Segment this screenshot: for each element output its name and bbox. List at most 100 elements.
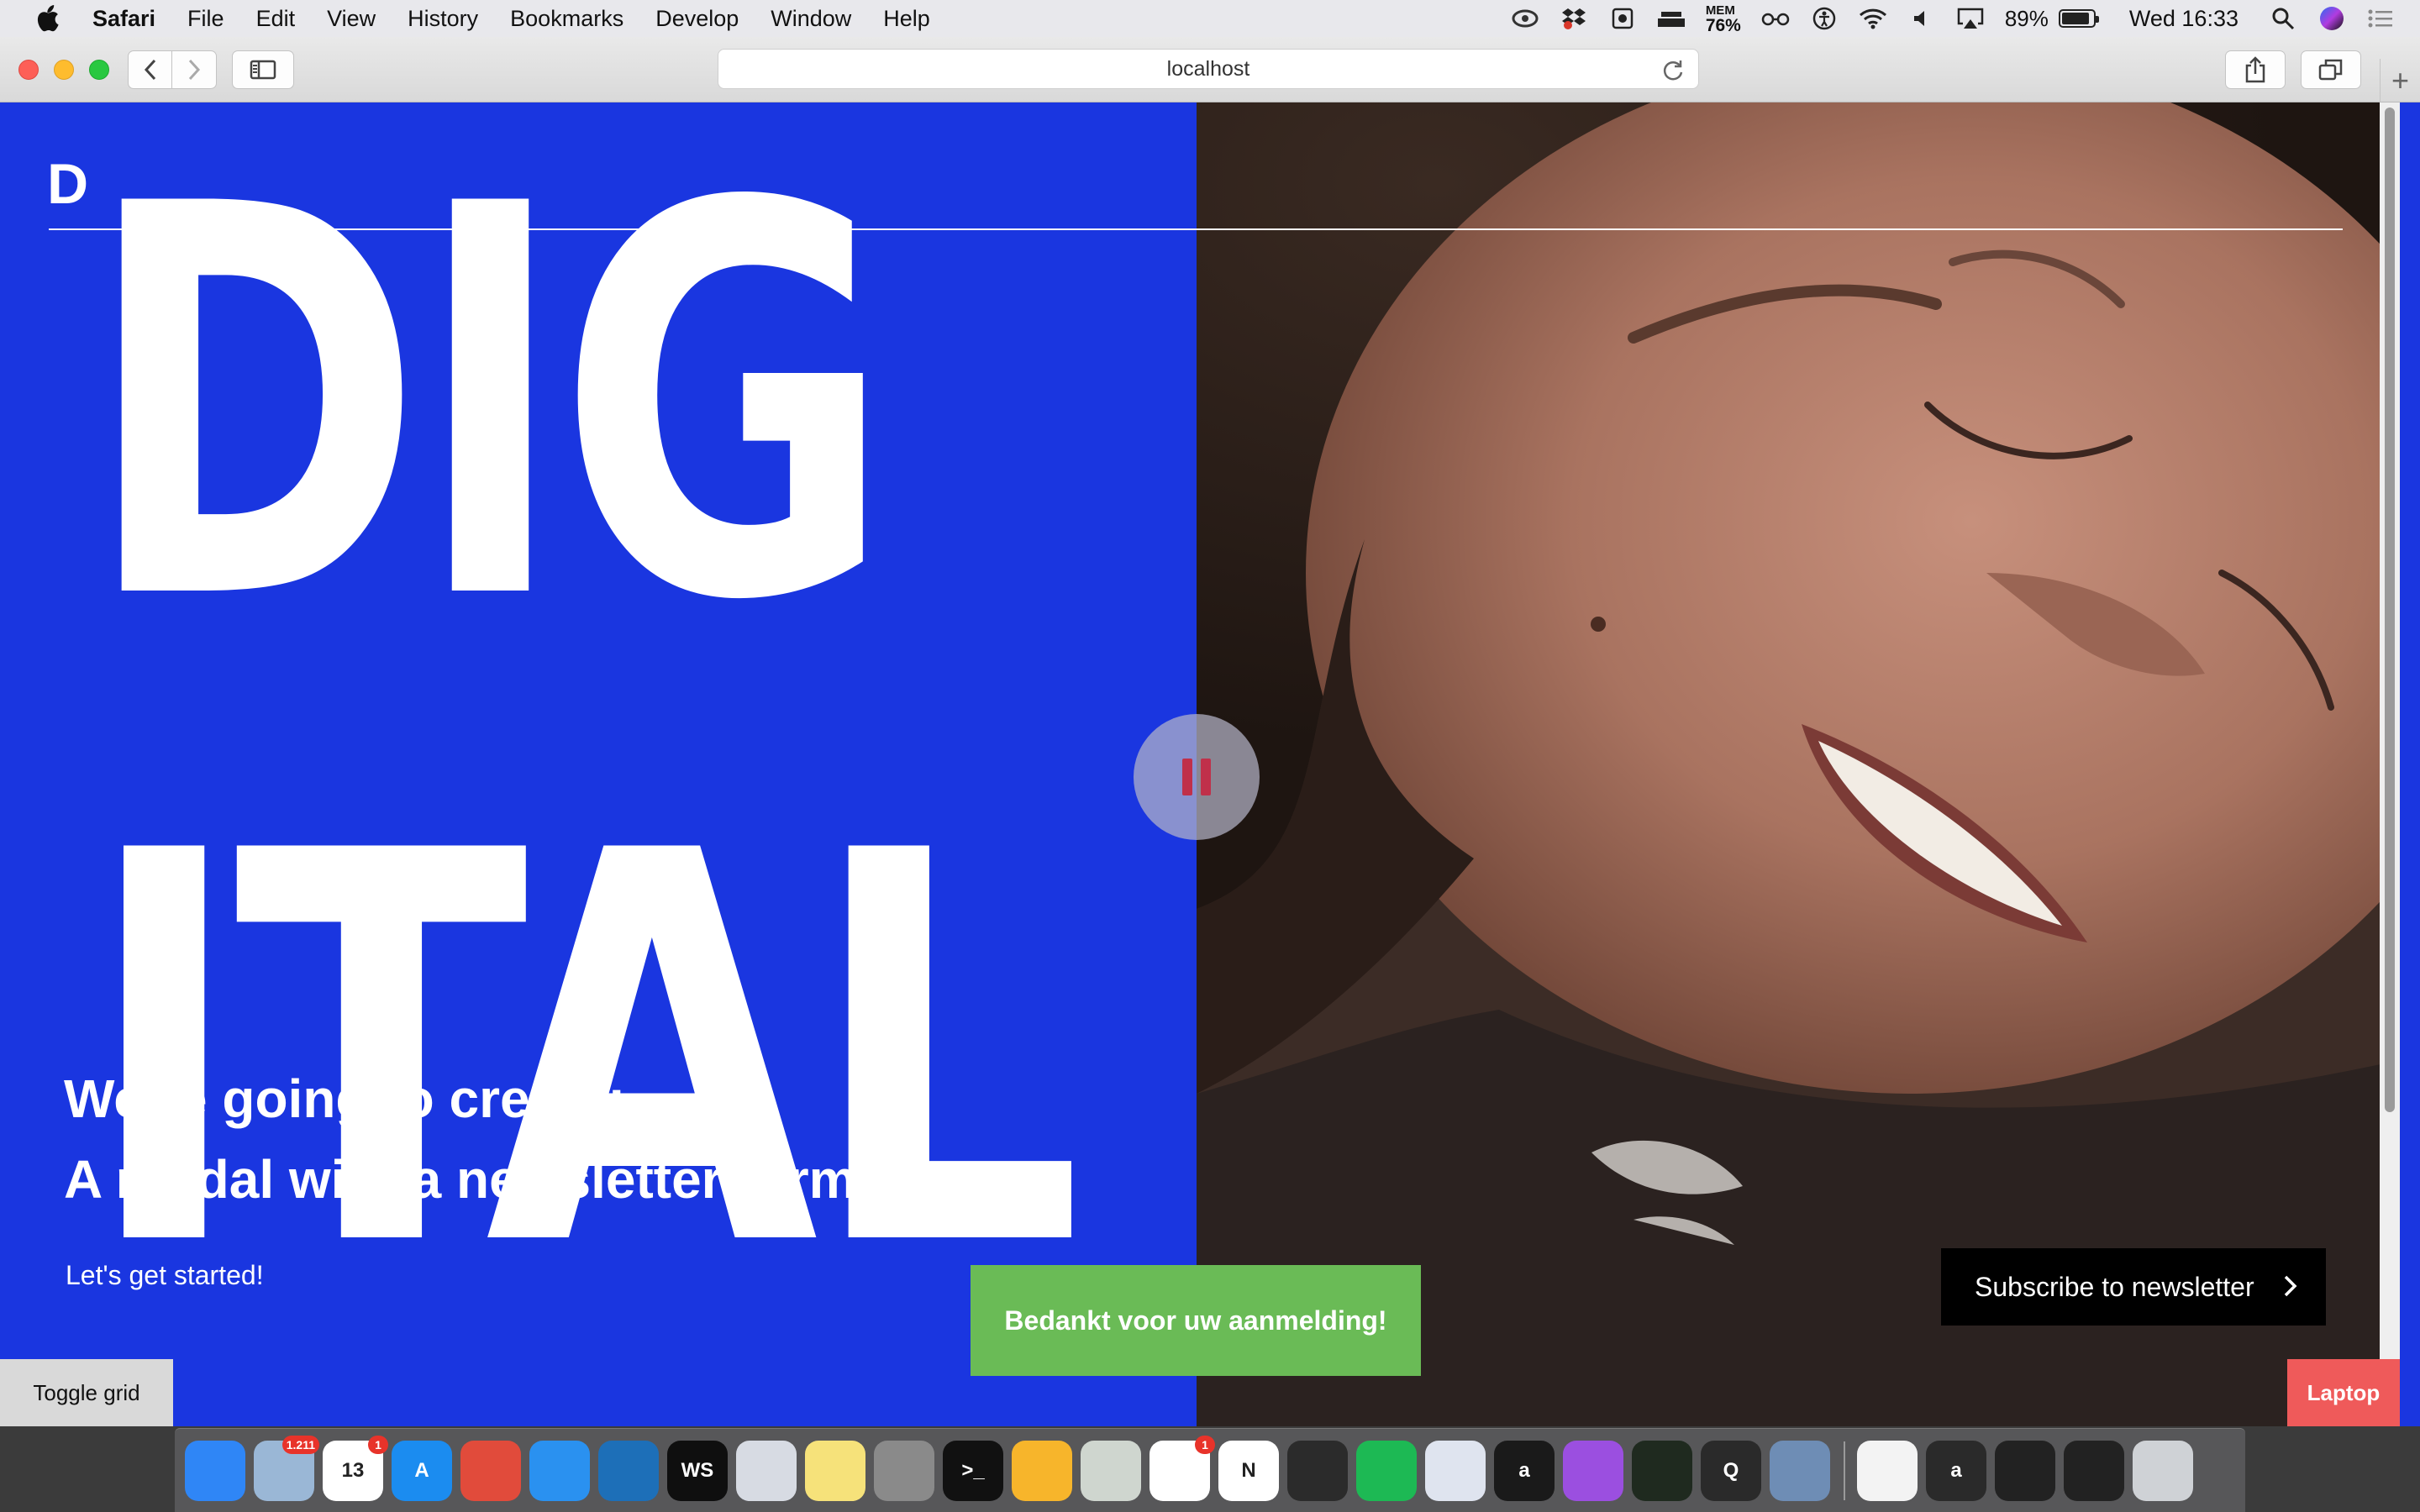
- photo-preview-icon[interactable]: [1770, 1440, 1830, 1501]
- page-viewport: D We're going to create: A modal with a …: [0, 102, 2420, 1426]
- chevron-left-icon: [144, 59, 155, 81]
- window-thumbnail-2-icon[interactable]: [2064, 1440, 2124, 1501]
- glasses-icon[interactable]: [1761, 6, 1790, 31]
- document-docx-icon[interactable]: [1857, 1440, 1918, 1501]
- menu-file[interactable]: File: [187, 6, 224, 32]
- hero-video[interactable]: [1197, 102, 2400, 1426]
- pause-icon-bar-left: [1182, 759, 1192, 795]
- big-word-line-2: ITAL: [84, 738, 1083, 1364]
- back-button[interactable]: [129, 51, 173, 88]
- airplay-icon[interactable]: [1956, 6, 1985, 31]
- dock-item-label: 13: [341, 1458, 365, 1482]
- git-client-icon[interactable]: [1287, 1440, 1348, 1501]
- sketch-icon[interactable]: [1012, 1440, 1072, 1501]
- forward-button[interactable]: [172, 51, 216, 88]
- spotlight-search-icon[interactable]: [2269, 6, 2297, 31]
- dock-badge: 1: [368, 1435, 388, 1454]
- video-frame-smiling-woman: [1197, 102, 2400, 1426]
- creative-cloud-icon[interactable]: [1511, 6, 1539, 31]
- volume-icon[interactable]: [1907, 6, 1936, 31]
- toggle-grid-button[interactable]: Toggle grid: [0, 1359, 173, 1426]
- address-bar[interactable]: localhost: [718, 49, 1699, 89]
- apple-menu-icon[interactable]: [34, 4, 62, 33]
- page-scrollbar-thumb[interactable]: [2385, 108, 2395, 1112]
- share-icon: [2245, 56, 2265, 83]
- wifi-icon[interactable]: [1859, 6, 1887, 31]
- trash-icon[interactable]: [2133, 1440, 2193, 1501]
- blocked-app-icon[interactable]: [1425, 1440, 1486, 1501]
- menu-history[interactable]: History: [408, 6, 478, 32]
- nvalt-icon[interactable]: N: [1218, 1440, 1279, 1501]
- dock-item-label: a: [1950, 1458, 1962, 1482]
- site-logo[interactable]: D: [47, 151, 88, 217]
- chrome-icon[interactable]: [460, 1440, 521, 1501]
- dock-item-label: A: [414, 1458, 429, 1482]
- slack-icon[interactable]: 1: [1150, 1435, 1215, 1501]
- memory-value: 76%: [1705, 15, 1741, 35]
- menu-app-name[interactable]: Safari: [92, 6, 155, 32]
- dock-badge: 1.211: [281, 1435, 319, 1454]
- terminal-icon[interactable]: >_: [943, 1440, 1003, 1501]
- minimize-window-button[interactable]: [54, 60, 74, 80]
- share-button[interactable]: [2225, 50, 2286, 89]
- close-window-button[interactable]: [18, 60, 39, 80]
- subscription-success-toast: Bedankt voor uw aanmelding!: [971, 1265, 1421, 1376]
- new-tab-button[interactable]: +: [2380, 59, 2420, 102]
- finder-icon[interactable]: [185, 1440, 245, 1501]
- webstorm-icon[interactable]: WS: [667, 1440, 728, 1501]
- menu-help[interactable]: Help: [883, 6, 930, 32]
- memory-bars-icon[interactable]: [1657, 6, 1686, 31]
- menu-edit[interactable]: Edit: [256, 6, 296, 32]
- app-store-icon[interactable]: A: [392, 1440, 452, 1501]
- reload-icon[interactable]: [1661, 58, 1685, 81]
- memory-label: MEM: [1705, 3, 1735, 18]
- pause-icon-bar-right: [1201, 759, 1211, 795]
- activity-monitor-icon[interactable]: [1632, 1440, 1692, 1501]
- vscode-icon[interactable]: [598, 1440, 659, 1501]
- memory-readout: MEM 76%: [1706, 3, 1741, 34]
- mail-icon[interactable]: 1.211: [254, 1435, 319, 1501]
- dropbox-icon[interactable]: [1560, 6, 1588, 31]
- dock-item-label: WS: [681, 1458, 714, 1482]
- quicktime-icon[interactable]: Q: [1701, 1440, 1761, 1501]
- fullscreen-window-button[interactable]: [89, 60, 109, 80]
- battery-icon[interactable]: [2058, 9, 2099, 28]
- window-thumbnail-icon[interactable]: [1995, 1440, 2055, 1501]
- battery-percent: 89%: [2004, 5, 2049, 31]
- menubar-clock[interactable]: Wed 16:33: [2129, 6, 2238, 32]
- video-pause-button[interactable]: [1134, 714, 1260, 840]
- big-word-line-1: DIG: [84, 102, 893, 717]
- framer-folder-icon[interactable]: a: [1926, 1440, 1986, 1501]
- browser-toolbar: localhost +: [0, 37, 2420, 102]
- preview-icon[interactable]: [736, 1440, 797, 1501]
- no-entry-app-icon[interactable]: [1081, 1440, 1141, 1501]
- calendar-icon[interactable]: 13 1: [323, 1435, 388, 1501]
- address-bar-url: localhost: [1166, 56, 1250, 81]
- menu-bookmarks[interactable]: Bookmarks: [510, 6, 623, 32]
- subscribe-newsletter-button[interactable]: Subscribe to newsletter: [1941, 1248, 2326, 1326]
- chevron-right-icon: [2284, 1275, 2297, 1297]
- notes-icon[interactable]: [805, 1440, 865, 1501]
- safari-icon[interactable]: [529, 1440, 590, 1501]
- dock-badge: 1: [1195, 1435, 1215, 1454]
- screen-record-icon[interactable]: [1608, 6, 1637, 31]
- dock: 1.211 13 1 A WS >_ 1 Na Qa: [175, 1428, 2245, 1512]
- breakpoint-badge: Laptop: [2287, 1359, 2400, 1426]
- accessibility-icon[interactable]: [1810, 6, 1839, 31]
- notification-center-icon[interactable]: [2366, 6, 2395, 31]
- battery-fill: [2061, 13, 2089, 24]
- menu-window[interactable]: Window: [771, 6, 851, 32]
- subscribe-button-label: Subscribe to newsletter: [1975, 1271, 2254, 1302]
- framer-app-icon[interactable]: a: [1494, 1440, 1555, 1501]
- menu-develop[interactable]: Develop: [655, 6, 739, 32]
- podcasts-icon[interactable]: [1563, 1440, 1623, 1501]
- show-tabs-button[interactable]: [2301, 50, 2361, 89]
- spotify-icon[interactable]: [1356, 1440, 1417, 1501]
- siri-icon[interactable]: [2317, 6, 2346, 31]
- dock-item-label: N: [1241, 1458, 1256, 1482]
- system-preferences-icon[interactable]: [874, 1440, 934, 1501]
- dock-item-label: Q: [1723, 1458, 1739, 1482]
- menu-view[interactable]: View: [327, 6, 376, 32]
- page-scrollbar[interactable]: [2380, 102, 2400, 1426]
- sidebar-button[interactable]: [232, 50, 294, 89]
